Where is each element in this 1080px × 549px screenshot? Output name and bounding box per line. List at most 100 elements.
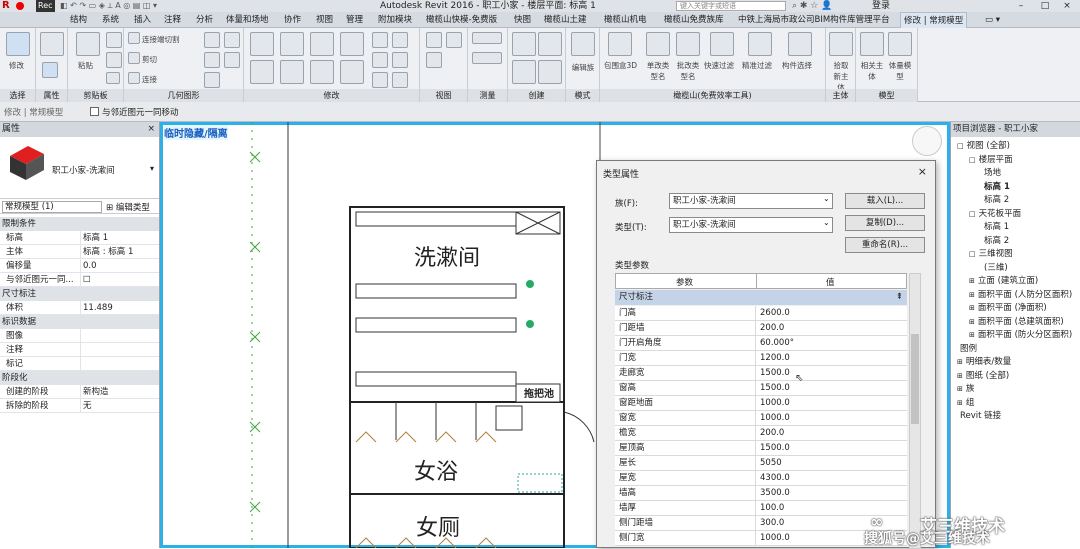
linework-icon[interactable] <box>426 52 442 68</box>
param-row[interactable]: 门开启角度 60.000° <box>615 336 907 351</box>
param-value[interactable]: 2600.0 <box>755 306 790 321</box>
property-value[interactable] <box>80 357 83 371</box>
properties-row[interactable]: 偏移量 0.0 <box>0 259 159 273</box>
create-similar-icon[interactable] <box>538 60 562 84</box>
single-rename-icon[interactable] <box>646 32 670 56</box>
browser-item[interactable]: ⊞ 面积平面 (人防分区面积) <box>969 289 1072 302</box>
browser-item[interactable]: ⊞ 面积平面 (总建筑面积) <box>969 316 1064 329</box>
family-select-chevron-icon[interactable]: ⌄ <box>823 194 830 203</box>
override-graphics-icon[interactable] <box>446 32 462 48</box>
delete-icon[interactable] <box>392 72 408 88</box>
tab-olive-civil[interactable]: 橄榄山土建 <box>544 12 587 28</box>
pick-host-icon[interactable] <box>829 32 853 56</box>
property-value[interactable]: ☐ <box>80 273 91 287</box>
member-select-icon[interactable] <box>788 32 812 56</box>
params-scrollbar[interactable] <box>909 273 921 549</box>
sign-in-button[interactable]: 登录 <box>872 0 890 12</box>
tree-toggle-icon[interactable]: ⊞ <box>969 331 975 339</box>
properties-group[interactable]: 限制条件 <box>0 217 159 231</box>
move-with-nearby-checkbox[interactable] <box>90 107 99 116</box>
tab-analyze[interactable]: 分析 <box>196 12 213 28</box>
paste-icon[interactable] <box>76 32 100 56</box>
demolish-icon[interactable] <box>204 72 220 88</box>
browser-item[interactable]: ⊞ 立面 (建筑立面) <box>969 275 1038 288</box>
family-name[interactable]: 职工小家-洗漱间 <box>52 164 115 176</box>
browser-item[interactable]: 标高 1 <box>981 221 1009 234</box>
quick-access-toolbar[interactable]: ◧ ↶ ↷ ▭ ◈ ⟂ A ◎ ▤ ◫ ▾ <box>60 1 380 11</box>
param-row[interactable]: 窗距地面 1000.0 <box>615 396 907 411</box>
wall-join-icon[interactable] <box>204 32 220 48</box>
type-dropdown-icon[interactable]: ▾ <box>150 164 154 173</box>
tab-bim-library[interactable]: 中铁上海局市政公司BIM构件库管理平台 <box>738 12 890 28</box>
browser-item[interactable]: Revit 链接 <box>957 410 1001 423</box>
family-select[interactable]: 职工小家-洗漱间 <box>669 193 833 209</box>
browser-item[interactable]: □ 楼层平面 <box>969 154 1013 167</box>
help-icons[interactable]: ⌕ ✱ ☆ 👤 <box>792 0 832 12</box>
align-icon[interactable] <box>250 32 274 56</box>
browser-item[interactable]: ⊞ 图纸 (全部) <box>957 370 1009 383</box>
param-value[interactable]: 1000.0 <box>755 396 790 411</box>
type-select[interactable]: 职工小家-洗漱间 <box>669 217 833 233</box>
param-value[interactable]: 200.0 <box>755 426 784 441</box>
cut-geometry-icon[interactable] <box>128 52 140 64</box>
properties-row[interactable]: 标记 <box>0 357 159 371</box>
quick-access-icons[interactable]: ◧ ↶ ↷ ▭ ◈ ⟂ A ◎ ▤ ◫ ▾ <box>60 1 157 11</box>
param-row[interactable]: 屋宽 4300.0 <box>615 471 907 486</box>
mirror-axis-icon[interactable] <box>310 32 334 56</box>
related-host-icon[interactable] <box>860 32 884 56</box>
tab-modify-generic-model[interactable]: 修改 | 常规模型 <box>900 12 968 28</box>
browser-item[interactable]: □ 三维视图 <box>969 248 1013 261</box>
measure-icon[interactable] <box>472 32 502 44</box>
move-icon[interactable] <box>250 60 274 84</box>
properties-group[interactable]: 阶段化 <box>0 371 159 385</box>
tree-toggle-icon[interactable]: ⊞ <box>969 277 975 285</box>
mirror-draw-icon[interactable] <box>340 32 364 56</box>
tab-collaborate[interactable]: 协作 <box>284 12 301 28</box>
split-gap-icon[interactable] <box>392 32 408 48</box>
scale-icon[interactable] <box>392 52 408 68</box>
cut-icon[interactable] <box>106 52 122 68</box>
browser-item[interactable]: 标高 2 <box>981 235 1009 248</box>
remove-paint-icon[interactable] <box>224 52 240 68</box>
dimension-icon[interactable] <box>472 52 502 64</box>
split-icon[interactable] <box>372 32 388 48</box>
browser-item[interactable]: ⊞ 明细表/数量 <box>957 356 1011 369</box>
property-value[interactable]: 无 <box>80 399 92 413</box>
property-value[interactable]: 标高 : 标高 1 <box>80 245 133 259</box>
param-row[interactable]: 屋长 5050 <box>615 456 907 471</box>
param-value[interactable]: 5050 <box>755 456 782 471</box>
bbox3d-icon[interactable] <box>608 32 632 56</box>
create-assembly-icon[interactable] <box>512 32 536 56</box>
tab-insert[interactable]: 插入 <box>134 12 151 28</box>
param-value[interactable]: 300.0 <box>755 516 784 531</box>
copy-element-icon[interactable] <box>280 60 304 84</box>
browser-item[interactable]: ⊞ 面积平面 (净面积) <box>969 302 1047 315</box>
close-icon[interactable]: × <box>1056 0 1078 12</box>
edit-type-button[interactable]: ⊞ 编辑类型 <box>106 201 150 213</box>
param-value[interactable]: 60.000° <box>755 336 794 351</box>
viewcube-icon[interactable] <box>912 126 942 156</box>
tab-overflow-icon[interactable]: ▭ ▾ <box>985 12 1000 28</box>
properties-group[interactable]: 标识数据 <box>0 315 159 329</box>
property-value[interactable]: 11.489 <box>80 301 113 315</box>
cope-icon[interactable] <box>128 32 140 44</box>
param-value[interactable]: 100.0 <box>755 501 784 516</box>
room-label-womens-toilet[interactable]: 女厕 <box>416 510 460 542</box>
tab-olive-family[interactable]: 橄榄山免费族库 <box>664 12 724 28</box>
properties-row[interactable]: 图像 <box>0 329 159 343</box>
tab-olive-quick[interactable]: 橄榄山快模-免费版 <box>426 12 497 28</box>
tree-toggle-icon[interactable]: □ <box>969 156 976 164</box>
minimize-icon[interactable]: – <box>1010 0 1032 12</box>
param-row[interactable]: 窗高 1500.0 <box>615 381 907 396</box>
tree-toggle-icon[interactable]: ⊞ <box>957 385 963 393</box>
param-row[interactable]: 门宽 1200.0 <box>615 351 907 366</box>
tree-toggle-icon[interactable]: ⊞ <box>969 291 975 299</box>
hide-in-view-icon[interactable] <box>426 32 442 48</box>
param-value[interactable]: 1500.0 <box>755 441 790 456</box>
property-value[interactable]: 0.0 <box>80 259 97 273</box>
param-row[interactable]: 墙高 3500.0 <box>615 486 907 501</box>
pin-icon[interactable] <box>372 72 388 88</box>
tree-toggle-icon[interactable]: ⊞ <box>969 304 975 312</box>
properties-row[interactable]: 创建的阶段 新构造 <box>0 385 159 399</box>
precise-filter-icon[interactable] <box>748 32 772 56</box>
